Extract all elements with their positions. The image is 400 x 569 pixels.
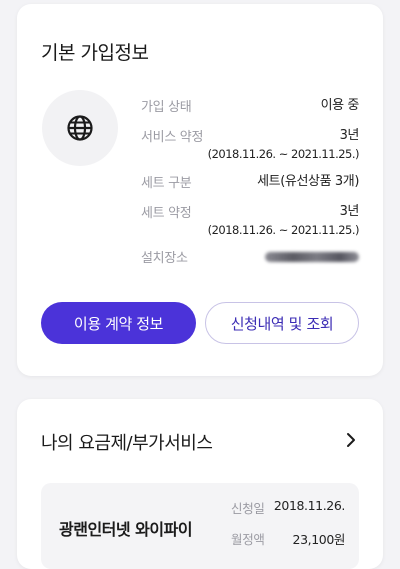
info-value: 세트(유선상품 3개) — [257, 174, 359, 189]
service-icon-circle — [42, 90, 118, 166]
info-value-period: (2018.11.26. ~ 2021.11.25.) — [207, 223, 360, 237]
info-value: 3년 — [339, 128, 360, 143]
monthly-fee-value: 23,100원 — [292, 532, 346, 547]
info-value: 3년 — [339, 204, 360, 219]
basic-info-title: 기본 가입정보 — [41, 42, 149, 64]
history-button[interactable]: 신청내역 및 조회 — [205, 302, 359, 344]
contract-info-button[interactable]: 이용 계약 정보 — [41, 302, 196, 344]
monthly-fee-label: 월정액 — [231, 532, 265, 547]
globe-icon — [67, 115, 93, 141]
info-label: 가입 상태 — [141, 100, 192, 115]
info-value-period: (2018.11.26. ~ 2021.11.25.) — [207, 147, 360, 161]
basic-info-card: 기본 가입정보 가입 상태 이용 중 서비스 약정 3년 (2018.11.26… — [17, 4, 383, 376]
plan-item[interactable]: 광랜인터넷 와이파이 신청일 2018.11.26. 월정액 23,100원 — [41, 483, 359, 569]
info-label: 세트 구분 — [141, 176, 192, 191]
info-label: 서비스 약정 — [141, 130, 204, 145]
plans-title: 나의 요금제/부가서비스 — [41, 433, 213, 454]
info-label: 설치장소 — [141, 251, 188, 266]
chevron-right-icon[interactable] — [343, 431, 359, 449]
apply-date-label: 신청일 — [231, 501, 265, 516]
info-value: 이용 중 — [320, 98, 360, 113]
plan-name: 광랜인터넷 와이파이 — [59, 520, 193, 539]
info-label: 세트 약정 — [141, 206, 192, 221]
apply-date-value: 2018.11.26. — [273, 498, 346, 513]
plans-card[interactable]: 나의 요금제/부가서비스 광랜인터넷 와이파이 신청일 2018.11.26. … — [17, 399, 383, 569]
redacted-address — [265, 252, 359, 262]
